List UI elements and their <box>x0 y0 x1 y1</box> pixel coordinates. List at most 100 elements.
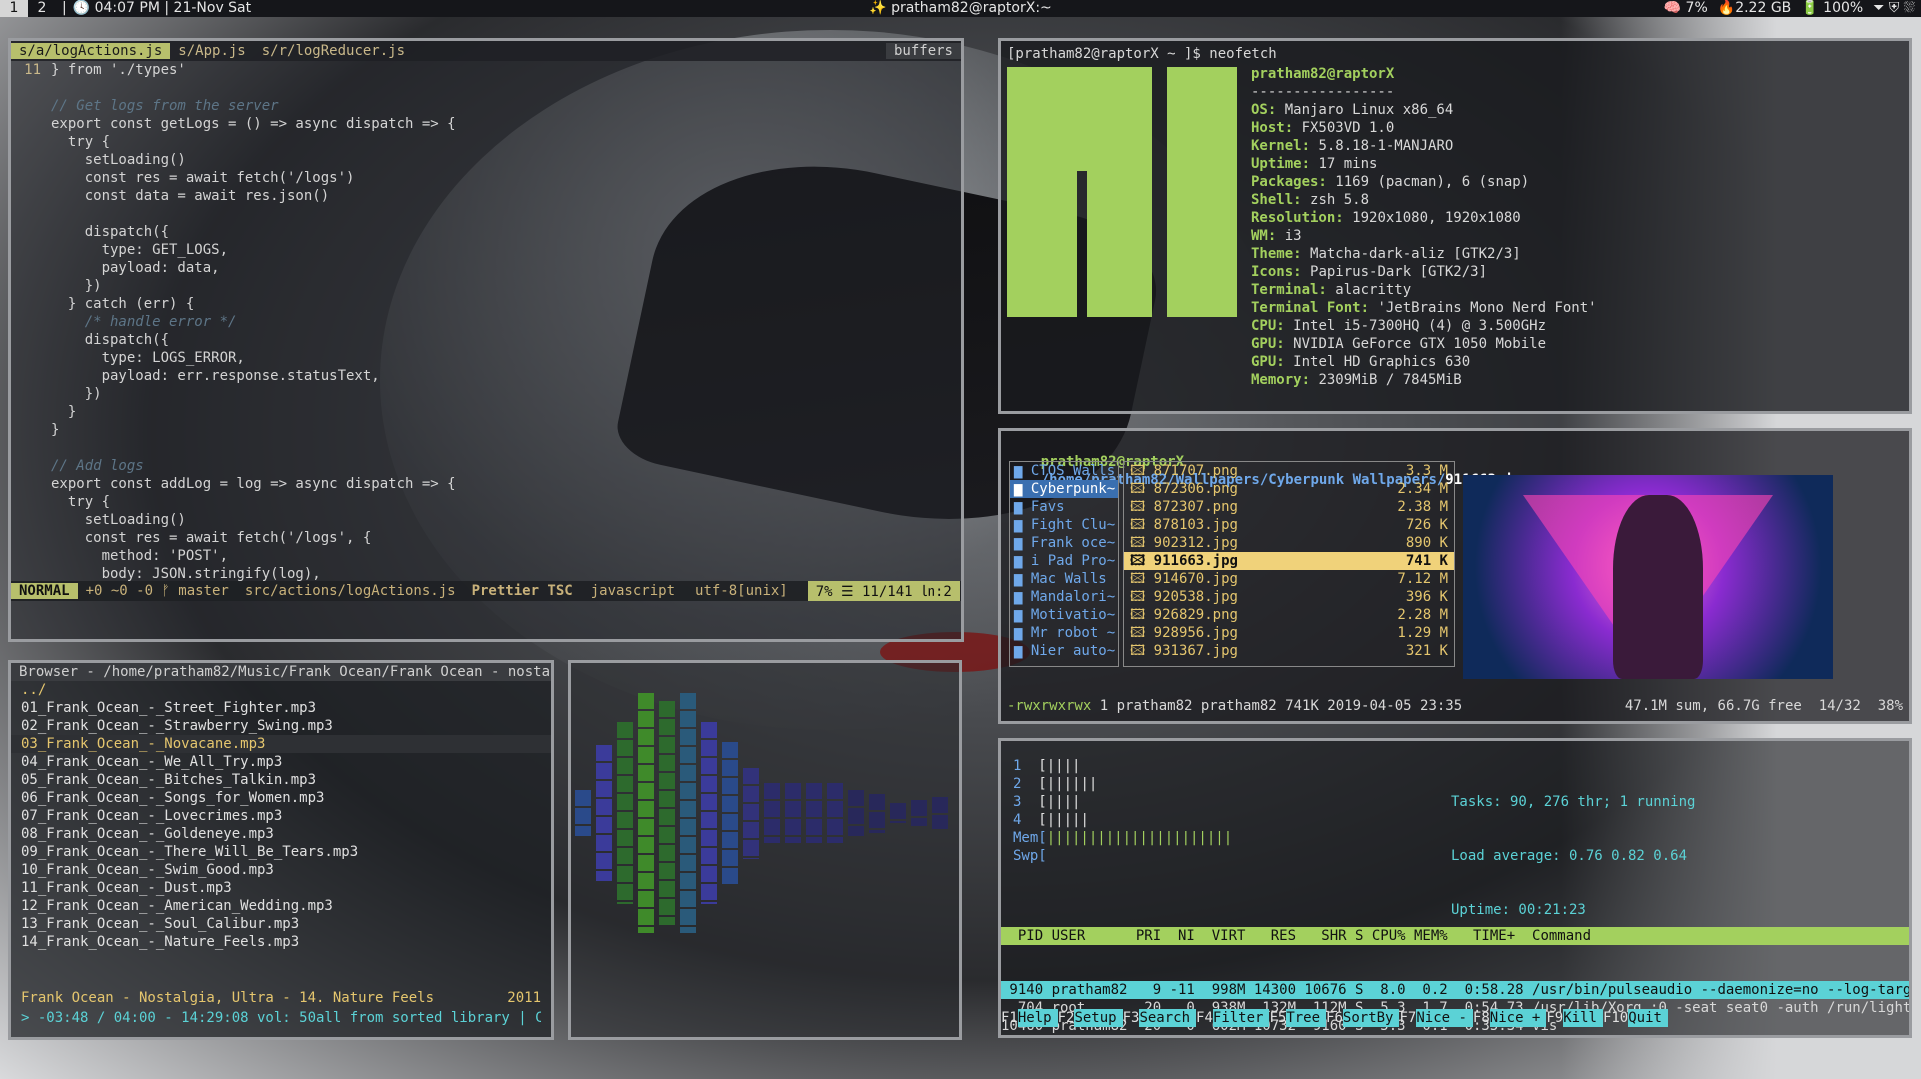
process-row[interactable]: 9145 pratham82 -6 0 998M 14300 10676 S 3… <box>1001 1035 1909 1038</box>
track-item[interactable]: 08_Frank_Ocean_-_Goldeneye.mp3 <box>11 825 551 843</box>
file-item[interactable]: 🖾 878103.jpg 726 K <box>1124 516 1454 534</box>
code-text: } catch (err) { <box>51 296 195 312</box>
file-item[interactable]: 🖾 872306.png 2.34 M <box>1124 480 1454 498</box>
function-key-bar: F1 Help F2 Setup F3 Search F4 Filter F5 Tree F6 Sor… <box>1001 1009 1909 1027</box>
track-item[interactable]: 14_Frank_Ocean_-_Nature_Feels.mp3 <box>11 933 551 951</box>
file-item[interactable]: 🖾 872307.png 2.38 M <box>1124 498 1454 516</box>
function-key-label[interactable]: SortBy <box>1342 1009 1400 1027</box>
function-key-label[interactable]: Help <box>1017 1009 1058 1027</box>
ranger-file-column[interactable]: 🖾 871707.png 3.3 M 🖾 872306.png 2.34 M 🖾 872… <box>1123 461 1455 667</box>
neofetch-terminal[interactable]: [pratham82@raptorX ~ ]$ neofetch pratham… <box>998 38 1912 414</box>
file-item[interactable]: 🖾 920538.jpg 396 K <box>1124 588 1454 606</box>
directory-item[interactable]: ▆ Frank oce~ <box>1010 534 1118 552</box>
function-key-label[interactable]: Tree <box>1286 1009 1327 1027</box>
info-key: Resolution: <box>1251 210 1353 226</box>
line-number <box>11 205 51 223</box>
function-key-label[interactable]: Filter <box>1212 1009 1270 1027</box>
workspace-1-button[interactable]: 1 <box>0 0 28 17</box>
track-item[interactable]: 07_Frank_Ocean_-_Lovecrimes.mp3 <box>11 807 551 825</box>
info-value: Intel i5-7300HQ (4) @ 3.500GHz <box>1293 318 1547 334</box>
directory-item[interactable]: ▆ Nier auto~ <box>1010 642 1118 660</box>
file-item[interactable]: 🖾 911663.jpg 741 K <box>1124 552 1454 570</box>
line-number <box>11 313 51 331</box>
file-item[interactable]: 🖾 926829.png 2.28 M <box>1124 606 1454 624</box>
visualizer-bar <box>764 783 780 843</box>
code-line: const data = await res.json() <box>11 187 961 205</box>
info-value: zsh 5.8 <box>1310 192 1370 208</box>
cpu-number: 2 <box>1013 776 1039 792</box>
directory-item[interactable]: ▆ Cyberpunk~ <box>1010 480 1118 498</box>
info-value: i3 <box>1284 228 1302 244</box>
directory-item[interactable]: ▆ Fight Clu~ <box>1010 516 1118 534</box>
function-key-label[interactable]: Search <box>1139 1009 1197 1027</box>
directory-item[interactable]: ▆ Favs <box>1010 498 1118 516</box>
directory-item[interactable]: ▆ CTOS Walls <box>1010 462 1118 480</box>
file-name: 🖾 871707.png <box>1130 463 1238 479</box>
vim-tab[interactable]: s/App.js <box>170 43 253 59</box>
info-key: Kernel: <box>1251 138 1319 154</box>
cpu-bar: [||||| <box>1038 812 1089 828</box>
track-item[interactable]: 11_Frank_Ocean_-_Dust.mp3 <box>11 879 551 897</box>
vim-tab[interactable]: s/a/logActions.js <box>11 43 171 59</box>
file-item[interactable]: 🖾 931367.jpg 321 K <box>1124 642 1454 660</box>
function-key-label[interactable]: Quit <box>1628 1009 1668 1027</box>
file-item[interactable]: 🖾 928956.jpg 1.29 M <box>1124 624 1454 642</box>
track-item[interactable]: 13_Frank_Ocean_-_Soul_Calibur.mp3 <box>11 915 551 933</box>
visualizer-bar <box>680 693 696 933</box>
file-size: 7.12 M <box>1397 571 1448 587</box>
code-line: }) <box>11 277 961 295</box>
parent-dir-item[interactable]: ../ <box>11 681 551 699</box>
code-text: type: LOGS_ERROR, <box>51 350 245 366</box>
cpu-number: 3 <box>1013 794 1039 810</box>
dir-summary: 47.1M sum, 66.7G free 14/32 38% <box>1624 698 1903 714</box>
track-item[interactable]: 03_Frank_Ocean_-_Novacane.mp3 <box>11 735 551 753</box>
function-key: F2 <box>1057 1010 1075 1026</box>
process-table-header[interactable]: PID USER PRI NI VIRT RES SHR S CPU% MEM%… <box>1001 927 1909 945</box>
vim-code-area[interactable]: 11} from './types' // Get logs from the s… <box>11 61 961 583</box>
directory-item[interactable]: ▆ i Pad Pro~ <box>1010 552 1118 570</box>
track-item[interactable]: 05_Frank_Ocean_-_Bitches_Talkin.mp3 <box>11 771 551 789</box>
file-item[interactable]: 🖾 914670.jpg 7.12 M <box>1124 570 1454 588</box>
htop-monitor[interactable]: 1 [|||| 2 [|||||| 3 [|||| 4 [||||| Mem[|||||… <box>998 738 1912 1038</box>
git-status: +0 ~0 -0 ᚠ master <box>85 583 229 599</box>
ranger-parent-column[interactable]: ▆ CTOS Walls ▆ Cyberpunk~ ▆ Favs ▆ Fight Cl… <box>1009 461 1119 667</box>
vim-statusline: NORMAL +0 ~0 -0 ᚠ master src/actions/log… <box>11 581 961 601</box>
track-item[interactable]: 01_Frank_Ocean_-_Street_Fighter.mp3 <box>11 699 551 717</box>
info-key: Uptime: <box>1251 156 1319 172</box>
cpu-number: 1 <box>1013 758 1039 774</box>
track-item[interactable]: 02_Frank_Ocean_-_Strawberry_Swing.mp3 <box>11 717 551 735</box>
track-item[interactable]: 12_Frank_Ocean_-_American_Wedding.mp3 <box>11 897 551 915</box>
track-item[interactable]: 06_Frank_Ocean_-_Songs_for_Women.mp3 <box>11 789 551 807</box>
directory-item[interactable]: ▆ Motivatio~ <box>1010 606 1118 624</box>
line-number <box>11 493 51 511</box>
workspace-2-button[interactable]: 2 <box>28 0 56 17</box>
function-key-label[interactable]: Nice - <box>1416 1009 1473 1027</box>
directory-item[interactable]: ▆ Mandalori~ <box>1010 588 1118 606</box>
track-item[interactable]: 10_Frank_Ocean_-_Swim_Good.mp3 <box>11 861 551 879</box>
info-row: GPU: Intel HD Graphics 630 <box>1251 353 1597 371</box>
visualizer-bar <box>869 793 885 833</box>
code-text: try { <box>51 494 111 510</box>
info-row: OS: Manjaro Linux x86_64 <box>1251 101 1597 119</box>
visualizer-bar <box>911 800 927 826</box>
directory-item[interactable]: ▆ Mac Walls <box>1010 570 1118 588</box>
tray-icons[interactable]: ⏷ ⛨ ⛆ <box>1873 0 1915 17</box>
cmus-player[interactable]: Browser - /home/pratham82/Music/Frank Oc… <box>8 660 554 1040</box>
neovim-window[interactable]: s/a/logActions.js s/App.js s/r/logReduce… <box>8 38 964 642</box>
track-item[interactable]: 09_Frank_Ocean_-_There_Will_Be_Tears.mp3 <box>11 843 551 861</box>
directory-item[interactable]: ▆ Mr robot ~ <box>1010 624 1118 642</box>
code-text: } <box>51 404 77 420</box>
file-path: src/actions/logActions.js <box>244 583 456 599</box>
ranger-file-manager[interactable]: pratham82@raptorX /home/pratham82/Wallpa… <box>998 428 1912 724</box>
file-item[interactable]: 🖾 871707.png 3.3 M <box>1124 462 1454 480</box>
now-playing-year: 2011 <box>507 990 541 1006</box>
shell-prompt: [pratham82@raptorX ~ ]$ neofetch <box>1007 46 1277 62</box>
track-item[interactable]: 04_Frank_Ocean_-_We_All_Try.mp3 <box>11 753 551 771</box>
function-key-label[interactable]: Nice + <box>1489 1009 1547 1027</box>
process-row[interactable]: 9140 pratham82 9 -11 998M 14300 10676 S … <box>1001 981 1909 999</box>
line-number <box>11 403 51 421</box>
function-key-label[interactable]: Kill <box>1563 1009 1603 1027</box>
function-key-label[interactable]: Setup <box>1074 1009 1123 1027</box>
vim-tab[interactable]: s/r/logReducer.js <box>254 43 413 59</box>
file-item[interactable]: 🖾 902312.jpg 890 K <box>1124 534 1454 552</box>
